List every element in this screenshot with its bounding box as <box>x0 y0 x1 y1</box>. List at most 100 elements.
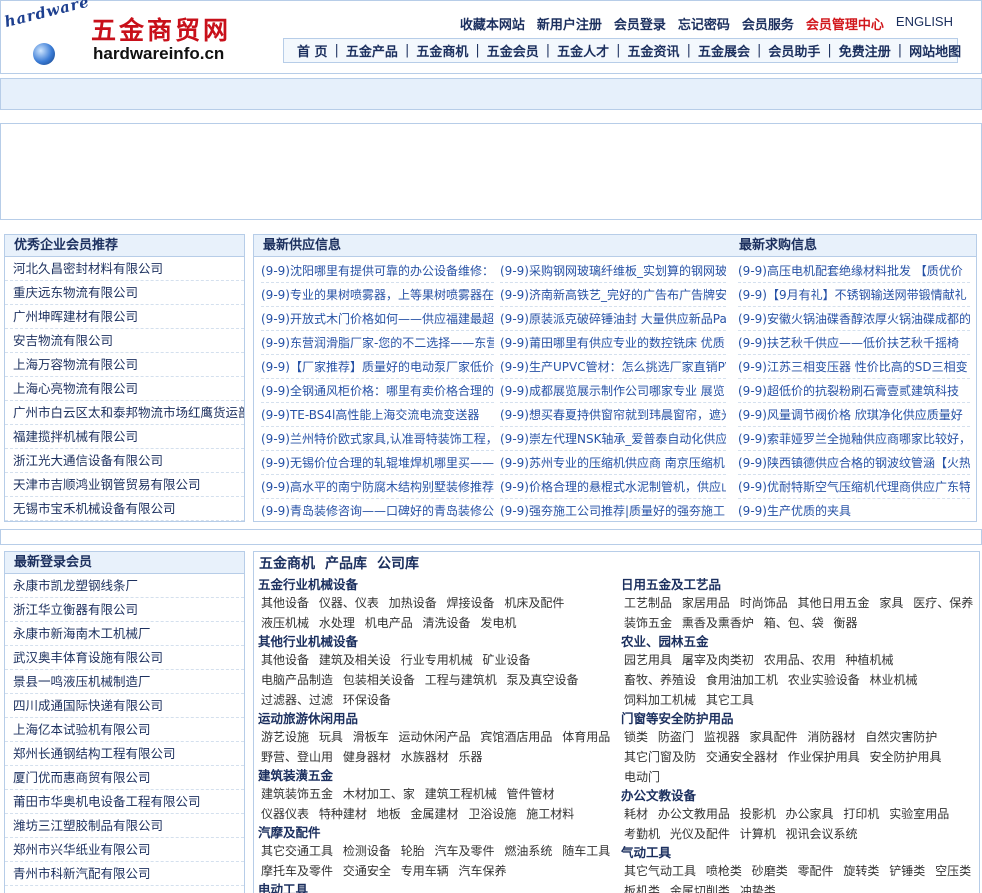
trade-info-link[interactable]: 专业的果树喷雾器，上等果树喷雾器在 <box>290 288 494 302</box>
category-title[interactable]: 办公文教设备 <box>621 787 979 804</box>
trade-info-link[interactable]: 【9月有礼】不锈钢输送网带锻情献礼 <box>767 288 967 302</box>
category-item-link[interactable]: 办公文教用品 <box>658 807 730 821</box>
top-link[interactable]: 忘记密码 <box>678 14 730 33</box>
category-item-link[interactable]: 屠宰及肉类初 <box>682 653 754 667</box>
category-item-link[interactable]: 施工材料 <box>526 807 574 821</box>
category-item-link[interactable]: 电脑产品制造 <box>261 673 333 687</box>
category-item-link[interactable]: 时尚饰品 <box>740 596 788 610</box>
category-item-link[interactable]: 泵及真空设备 <box>507 673 579 687</box>
trade-info-link[interactable]: 价格合理的悬棍式水泥制管机，供应山 <box>529 480 726 494</box>
category-item-link[interactable]: 滑板车 <box>353 730 389 744</box>
category-item-link[interactable]: 专用车辆 <box>401 864 449 878</box>
category-item-link[interactable]: 农用品、农用 <box>764 653 836 667</box>
category-item-link[interactable]: 衡器 <box>834 616 858 630</box>
vip-member-link[interactable]: 广州坤晖建材有限公司 <box>13 309 138 324</box>
category-item-link[interactable]: 燃油系统 <box>504 844 552 858</box>
trade-info-link[interactable]: 风量调节阀价格 欣琪净化供应质量好 <box>767 408 963 422</box>
category-item-link[interactable]: 家具配件 <box>750 730 798 744</box>
category-tab[interactable]: 产品库 <box>325 556 367 572</box>
login-member-link[interactable]: 永康市新海南木工机械厂 <box>13 626 151 641</box>
category-item-link[interactable]: 游艺设施 <box>261 730 309 744</box>
category-item-link[interactable]: 安全防护用具 <box>870 750 942 764</box>
category-item-link[interactable]: 考勤机 <box>624 827 660 841</box>
supply-info-title[interactable]: 最新供应信息 <box>263 238 341 253</box>
vip-member-link[interactable]: 无锡市宝禾机械设备有限公司 <box>13 501 176 516</box>
vip-member-link[interactable]: 重庆远东物流有限公司 <box>13 285 138 300</box>
category-item-link[interactable]: 金属切削类 <box>670 884 730 893</box>
category-item-link[interactable]: 监视器 <box>704 730 740 744</box>
category-title[interactable]: 建筑装潢五金 <box>258 767 618 784</box>
category-item-link[interactable]: 野营、登山用 <box>261 750 333 764</box>
category-item-link[interactable]: 液压机械 <box>261 616 309 630</box>
category-item-link[interactable]: 发电机 <box>480 616 516 630</box>
vip-member-link[interactable]: 河北久昌密封材料有限公司 <box>13 261 163 276</box>
login-member-link[interactable]: 莆田市华奥机电设备工程有限公司 <box>13 794 201 809</box>
category-item-link[interactable]: 其他日用五金 <box>798 596 870 610</box>
login-member-link[interactable]: 郑州市兴华纸业有限公司 <box>13 842 151 857</box>
trade-info-link[interactable]: 强夯施工公司推荐|质量好的强夯施工 <box>529 504 725 518</box>
category-item-link[interactable]: 建筑工程机械 <box>425 787 497 801</box>
vip-member-link[interactable]: 安吉物流有限公司 <box>13 333 113 348</box>
login-member-link[interactable]: 厦门优而惠商贸有限公司 <box>13 770 151 785</box>
nav-item[interactable]: 免费注册 <box>832 41 898 60</box>
trade-info-link[interactable]: 成都展览展示制作公司哪家专业 展览 <box>529 384 725 398</box>
vip-member-link[interactable]: 上海万容物流有限公司 <box>13 357 138 372</box>
category-item-link[interactable]: 其它工具 <box>706 693 754 707</box>
category-item-link[interactable]: 锁类 <box>624 730 648 744</box>
top-link[interactable]: 会员服务 <box>742 14 794 33</box>
category-item-link[interactable]: 农业实验设备 <box>788 673 860 687</box>
category-title[interactable]: 门窗等安全防护用品 <box>621 710 979 727</box>
trade-info-link[interactable]: 崇左代理NSK轴承_爱普泰自动化供应 <box>529 432 726 446</box>
category-item-link[interactable]: 种植机械 <box>846 653 894 667</box>
category-item-link[interactable]: 木材加工、家 <box>343 787 415 801</box>
trade-info-link[interactable]: 东营润滑脂厂家-您的不二选择——东营 <box>290 336 494 350</box>
nav-item[interactable]: 首 页 <box>290 41 335 60</box>
trade-info-link[interactable]: 扶艺秋千供应——低价扶艺秋千摇椅 <box>767 336 959 350</box>
login-member-link[interactable]: 潍坊三江塑胶制品有限公司 <box>13 818 163 833</box>
category-title[interactable]: 其他行业机械设备 <box>258 633 618 650</box>
category-item-link[interactable]: 其他设备 <box>261 596 309 610</box>
top-link[interactable]: 新用户注册 <box>537 14 602 33</box>
top-link[interactable]: ENGLISH <box>896 14 953 33</box>
category-item-link[interactable]: 箱、包、袋 <box>764 616 824 630</box>
nav-item[interactable]: 五金会员 <box>480 41 546 60</box>
vip-member-link[interactable]: 浙江光大通信设备有限公司 <box>13 453 163 468</box>
category-item-link[interactable]: 轮胎 <box>401 844 425 858</box>
vip-member-link[interactable]: 上海心亮物流有限公司 <box>13 381 138 396</box>
trade-info-link[interactable]: 济南新高铁艺_完好的广告布广告牌安 <box>529 288 726 302</box>
category-item-link[interactable]: 砂磨类 <box>752 864 788 878</box>
nav-item[interactable]: 五金人才 <box>550 41 616 60</box>
trade-info-link[interactable]: 超低价的抗裂粉刷石膏壹贰建筑科技 <box>767 384 959 398</box>
vip-member-link[interactable]: 天津市吉顺鸿业钢管贸易有限公司 <box>13 477 201 492</box>
category-title[interactable]: 运动旅游休闲用品 <box>258 710 618 727</box>
category-item-link[interactable]: 电动门 <box>624 770 660 784</box>
top-link[interactable]: 收藏本网站 <box>460 14 525 33</box>
category-tab[interactable]: 公司库 <box>377 556 419 572</box>
category-item-link[interactable]: 仪器、仪表 <box>319 596 379 610</box>
vip-member-link[interactable]: 广州市白云区太和泰邦物流市场红鹰货运部 <box>13 405 244 420</box>
category-item-link[interactable]: 其他设备 <box>261 653 309 667</box>
nav-item[interactable]: 五金产品 <box>339 41 405 60</box>
trade-info-link[interactable]: 原装派克破碎锤油封 大量供应新品Pa <box>529 312 726 326</box>
category-item-link[interactable]: 环保设备 <box>343 693 391 707</box>
category-item-link[interactable]: 卫浴设施 <box>468 807 516 821</box>
category-item-link[interactable]: 耗材 <box>624 807 648 821</box>
login-member-link[interactable]: 郑州长通钢结构工程有限公司 <box>13 746 176 761</box>
trade-info-link[interactable]: 优耐特斯空气压缩机代理商供应广东特 <box>767 480 970 494</box>
top-link[interactable]: 会员管理中心 <box>806 14 884 33</box>
category-item-link[interactable]: 熏香及熏香炉 <box>682 616 754 630</box>
nav-item[interactable]: 网站地图 <box>902 41 968 60</box>
trade-info-link[interactable]: 开放式木门价格如何——供应福建最超 <box>290 312 494 326</box>
nav-item[interactable]: 五金展会 <box>691 41 757 60</box>
category-item-link[interactable]: 视讯会议系统 <box>786 827 858 841</box>
category-item-link[interactable]: 喷枪类 <box>706 864 742 878</box>
trade-info-link[interactable]: 青岛装修咨询——口碑好的青岛装修公 <box>290 504 494 518</box>
category-item-link[interactable]: 机床及配件 <box>504 596 564 610</box>
category-item-link[interactable]: 机电产品 <box>365 616 413 630</box>
login-member-link[interactable]: 景县一鸣液压机械制造厂 <box>13 674 151 689</box>
category-item-link[interactable]: 水处理 <box>319 616 355 630</box>
category-item-link[interactable]: 其它门窗及防 <box>624 750 696 764</box>
trade-info-link[interactable]: 安徽火锅油碟香醇浓厚火锅油碟成都的 <box>767 312 970 326</box>
trade-info-link[interactable]: 高压电机配套绝缘材料批发 【质优价 <box>767 264 963 278</box>
category-item-link[interactable]: 投影机 <box>740 807 776 821</box>
